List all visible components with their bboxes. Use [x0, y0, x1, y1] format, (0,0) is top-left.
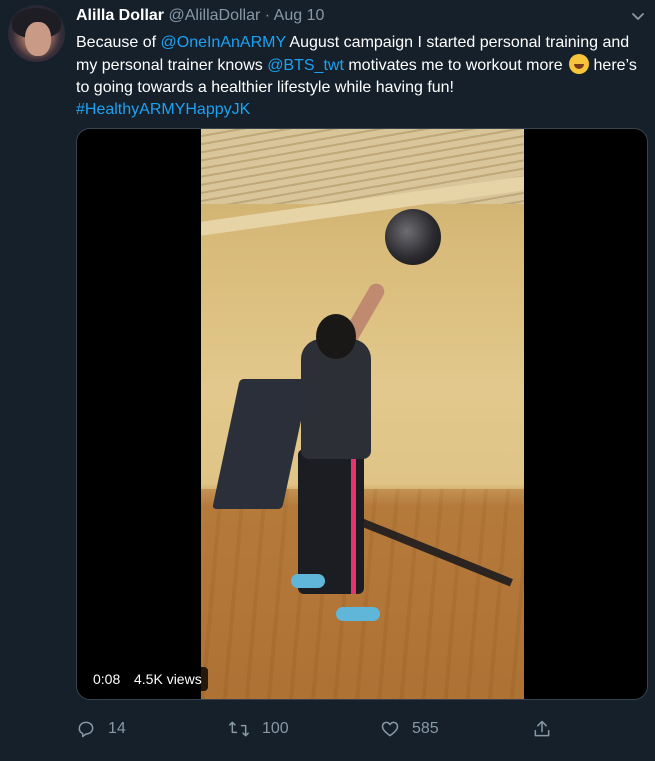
like-count: 585	[412, 720, 439, 737]
mention-link[interactable]: @BTS_twt	[267, 57, 344, 74]
user-handle[interactable]: @AlillaDollar	[168, 7, 260, 24]
video-player[interactable]: 0:08 4.5K views	[76, 128, 648, 700]
video-duration: 0:08	[87, 667, 127, 691]
reply-button[interactable]: 14	[76, 716, 126, 742]
hashtag-link[interactable]: #HealthyARMYHappyJK	[76, 101, 250, 118]
tweet-header: Alilla Dollar @AlillaDollar · Aug 10	[76, 6, 324, 26]
tweet-text-part: motivates me to workout more	[343, 57, 568, 74]
video-frame	[201, 129, 524, 699]
retweet-icon	[229, 721, 249, 737]
video-views: 4.5K views	[128, 667, 208, 691]
grinning-squinting-face-icon	[569, 54, 590, 74]
separator: ·	[264, 7, 271, 24]
chevron-down-icon[interactable]	[628, 6, 648, 26]
video-person-stripe	[351, 459, 356, 594]
video-person-head	[316, 314, 356, 359]
tweet-text: Because of @OneInAnARMY August campaign …	[76, 32, 646, 121]
reply-count: 14	[108, 720, 126, 737]
video-person-shoe	[291, 574, 325, 588]
heart-icon	[381, 721, 399, 737]
tweet-actions: 14 100 585	[76, 716, 648, 742]
mention-link[interactable]: @OneInAnARMY	[161, 34, 286, 51]
retweet-button[interactable]: 100	[228, 716, 289, 742]
video-person-shoe	[336, 607, 380, 621]
avatar[interactable]	[8, 5, 65, 62]
retweet-count: 100	[262, 720, 289, 737]
share-icon	[534, 720, 550, 737]
video-medicine-ball	[385, 209, 441, 265]
reply-icon	[78, 721, 94, 738]
tweet-date[interactable]: Aug 10	[274, 7, 325, 24]
avatar-face	[25, 22, 51, 56]
like-button[interactable]: 585	[380, 716, 439, 742]
tweet-text-part: Because of	[76, 34, 161, 51]
share-button[interactable]	[532, 716, 564, 742]
display-name[interactable]: Alilla Dollar	[76, 7, 164, 24]
